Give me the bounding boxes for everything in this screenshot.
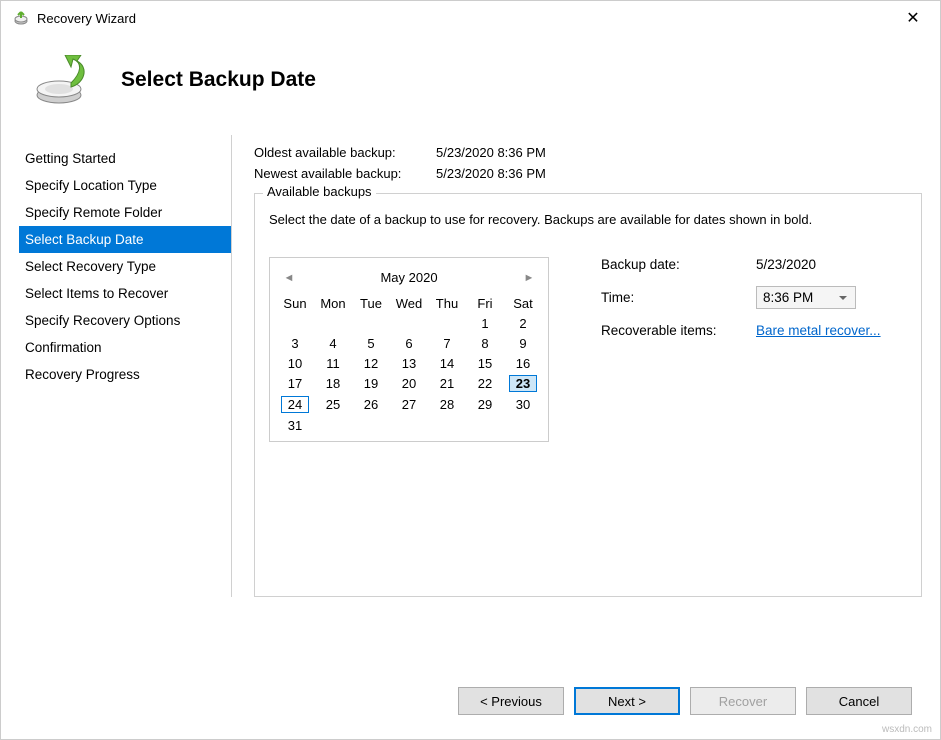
newest-backup-row: Newest available backup: 5/23/2020 8:36 … xyxy=(254,166,922,181)
oldest-backup-row: Oldest available backup: 5/23/2020 8:36 … xyxy=(254,145,922,160)
group-title: Available backups xyxy=(263,184,376,199)
calendar-dow-header: Fri xyxy=(466,293,504,313)
calendar-day-cell[interactable]: 25 xyxy=(314,394,352,415)
calendar-day-cell[interactable]: 11 xyxy=(314,353,352,373)
calendar-day-cell[interactable]: 16 xyxy=(504,353,542,373)
sidebar-item-specify-remote-folder[interactable]: Specify Remote Folder xyxy=(19,199,231,226)
backup-calendar[interactable]: ◄ May 2020 ► SunMonTueWedThuFriSat 12345… xyxy=(269,257,549,442)
backup-details: Backup date: 5/23/2020 Time: 8:36 PM Rec… xyxy=(601,257,907,442)
calendar-day-cell[interactable]: 17 xyxy=(276,373,314,394)
wizard-content: Oldest available backup: 5/23/2020 8:36 … xyxy=(231,135,922,597)
calendar-dow-header: Wed xyxy=(390,293,428,313)
calendar-day-cell xyxy=(466,415,504,435)
time-label: Time: xyxy=(601,290,756,305)
wizard-header: Select Backup Date xyxy=(1,35,940,135)
wizard-icon xyxy=(31,55,91,105)
calendar-day-cell[interactable]: 2 xyxy=(504,313,542,333)
calendar-day-cell xyxy=(428,313,466,333)
wizard-button-row: < Previous Next > Recover Cancel xyxy=(458,687,912,715)
sidebar-item-select-recovery-type[interactable]: Select Recovery Type xyxy=(19,253,231,280)
calendar-day-cell[interactable]: 4 xyxy=(314,333,352,353)
newest-backup-value: 5/23/2020 8:36 PM xyxy=(436,166,546,181)
calendar-day-cell[interactable]: 20 xyxy=(390,373,428,394)
available-backups-group: Available backups Select the date of a b… xyxy=(254,193,922,597)
calendar-day-cell xyxy=(390,415,428,435)
calendar-day-cell[interactable]: 30 xyxy=(504,394,542,415)
calendar-day-cell xyxy=(352,313,390,333)
calendar-day-cell[interactable]: 15 xyxy=(466,353,504,373)
calendar-day-cell[interactable]: 29 xyxy=(466,394,504,415)
calendar-day-cell[interactable]: 5 xyxy=(352,333,390,353)
calendar-grid: SunMonTueWedThuFriSat 123456789101112131… xyxy=(276,293,542,435)
calendar-day-cell xyxy=(352,415,390,435)
calendar-dow-header: Thu xyxy=(428,293,466,313)
wizard-steps-sidebar: Getting Started Specify Location Type Sp… xyxy=(19,135,231,597)
calendar-day-cell[interactable]: 8 xyxy=(466,333,504,353)
window-title: Recovery Wizard xyxy=(37,11,898,26)
oldest-backup-value: 5/23/2020 8:36 PM xyxy=(436,145,546,160)
sidebar-item-specify-location-type[interactable]: Specify Location Type xyxy=(19,172,231,199)
time-value: 8:36 PM xyxy=(763,290,813,305)
calendar-day-cell[interactable]: 14 xyxy=(428,353,466,373)
calendar-day-cell[interactable]: 27 xyxy=(390,394,428,415)
backup-date-label: Backup date: xyxy=(601,257,756,272)
calendar-day-cell[interactable]: 22 xyxy=(466,373,504,394)
recoverable-items-link[interactable]: Bare metal recover... xyxy=(756,323,881,338)
calendar-day-cell[interactable]: 10 xyxy=(276,353,314,373)
recoverable-items-label: Recoverable items: xyxy=(601,323,756,338)
sidebar-item-select-items-to-recover[interactable]: Select Items to Recover xyxy=(19,280,231,307)
calendar-day-cell[interactable]: 1 xyxy=(466,313,504,333)
app-icon xyxy=(13,10,29,26)
calendar-dow-header: Tue xyxy=(352,293,390,313)
page-title: Select Backup Date xyxy=(121,68,316,92)
cancel-button[interactable]: Cancel xyxy=(806,687,912,715)
calendar-day-cell[interactable]: 18 xyxy=(314,373,352,394)
calendar-day-cell[interactable]: 9 xyxy=(504,333,542,353)
calendar-day-cell xyxy=(428,415,466,435)
calendar-day-cell[interactable]: 23 xyxy=(504,373,542,394)
group-description: Select the date of a backup to use for r… xyxy=(269,212,907,227)
oldest-backup-label: Oldest available backup: xyxy=(254,145,436,160)
calendar-day-cell[interactable]: 7 xyxy=(428,333,466,353)
calendar-day-cell[interactable]: 13 xyxy=(390,353,428,373)
calendar-day-cell xyxy=(314,415,352,435)
calendar-day-cell[interactable]: 12 xyxy=(352,353,390,373)
calendar-day-cell[interactable]: 3 xyxy=(276,333,314,353)
calendar-dow-header: Sun xyxy=(276,293,314,313)
calendar-month-label[interactable]: May 2020 xyxy=(380,270,437,285)
calendar-day-cell[interactable]: 31 xyxy=(276,415,314,435)
calendar-day-cell[interactable]: 19 xyxy=(352,373,390,394)
sidebar-item-specify-recovery-options[interactable]: Specify Recovery Options xyxy=(19,307,231,334)
calendar-day-cell[interactable]: 21 xyxy=(428,373,466,394)
sidebar-item-recovery-progress[interactable]: Recovery Progress xyxy=(19,361,231,388)
calendar-day-cell[interactable]: 28 xyxy=(428,394,466,415)
calendar-day-cell[interactable]: 26 xyxy=(352,394,390,415)
calendar-dow-header: Sat xyxy=(504,293,542,313)
calendar-day-cell[interactable]: 6 xyxy=(390,333,428,353)
calendar-day-cell xyxy=(276,313,314,333)
sidebar-item-getting-started[interactable]: Getting Started xyxy=(19,145,231,172)
previous-button[interactable]: < Previous xyxy=(458,687,564,715)
watermark: wsxdn.com xyxy=(882,724,932,735)
close-button[interactable]: ✕ xyxy=(898,8,928,28)
backup-date-value: 5/23/2020 xyxy=(756,257,816,272)
calendar-day-cell xyxy=(314,313,352,333)
calendar-next-month-button[interactable]: ► xyxy=(522,272,536,284)
newest-backup-label: Newest available backup: xyxy=(254,166,436,181)
calendar-day-cell xyxy=(504,415,542,435)
calendar-day-cell[interactable]: 24 xyxy=(276,394,314,415)
calendar-prev-month-button[interactable]: ◄ xyxy=(282,272,296,284)
time-dropdown[interactable]: 8:36 PM xyxy=(756,286,856,309)
calendar-day-cell xyxy=(390,313,428,333)
next-button[interactable]: Next > xyxy=(574,687,680,715)
recover-button: Recover xyxy=(690,687,796,715)
sidebar-item-select-backup-date[interactable]: Select Backup Date xyxy=(19,226,231,253)
sidebar-item-confirmation[interactable]: Confirmation xyxy=(19,334,231,361)
title-bar: Recovery Wizard ✕ xyxy=(1,1,940,35)
calendar-dow-header: Mon xyxy=(314,293,352,313)
